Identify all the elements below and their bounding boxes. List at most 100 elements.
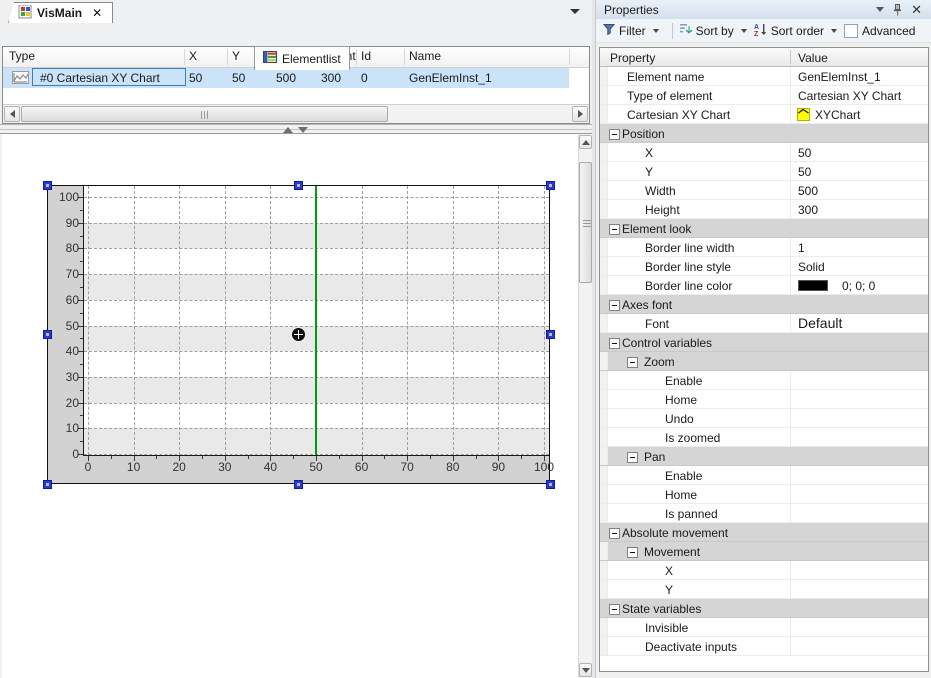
collapse-expander-icon[interactable]	[609, 300, 620, 311]
group-row[interactable]: Absolute movement	[600, 523, 928, 542]
table-row[interactable]: #0 Cartesian XY Chart 50 50 500 300 0 GenElemI…	[3, 68, 569, 88]
column-separator[interactable]	[569, 49, 570, 65]
scrollbar-thumb[interactable]	[21, 106, 388, 122]
selection-handle[interactable]	[43, 330, 52, 339]
property-value[interactable]: 50	[798, 146, 811, 160]
column-header-name[interactable]: Name	[409, 49, 441, 63]
property-row[interactable]: Border line color0; 0; 0	[600, 276, 928, 295]
scroll-up-button[interactable]	[579, 135, 592, 149]
property-value[interactable]: Default	[798, 315, 842, 331]
move-handle-icon[interactable]	[292, 328, 305, 341]
scroll-left-button[interactable]	[4, 106, 20, 122]
column-divider[interactable]	[790, 50, 791, 64]
property-value[interactable]: Solid	[798, 260, 825, 274]
color-swatch[interactable]	[798, 280, 828, 291]
row-cell[interactable]: 0	[361, 71, 368, 85]
group-row[interactable]: Element look	[600, 219, 928, 238]
property-value[interactable]: 500	[798, 184, 818, 198]
row-cell[interactable]: #0 Cartesian XY Chart	[40, 71, 160, 85]
tab-close-icon[interactable]: ✕	[92, 8, 102, 18]
collapse-expander-icon[interactable]	[609, 129, 620, 140]
property-row[interactable]: X	[600, 561, 928, 580]
property-row[interactable]: Y	[600, 580, 928, 599]
property-row[interactable]: Border line width1	[600, 238, 928, 257]
splitter-collapse-up-icon[interactable]	[283, 127, 293, 133]
row-cell[interactable]: GenElemInst_1	[409, 71, 492, 85]
horizontal-splitter[interactable]	[0, 124, 595, 134]
row-cell[interactable]: 50	[232, 71, 245, 85]
group-row[interactable]: Position	[600, 124, 928, 143]
collapse-expander-icon[interactable]	[627, 452, 638, 463]
filter-button[interactable]: Filter	[603, 23, 662, 38]
subgroup-row[interactable]: Pan	[600, 447, 928, 466]
property-row[interactable]: Home	[600, 485, 928, 504]
tab-list-chevron-down-icon[interactable]	[570, 9, 580, 14]
scroll-right-button[interactable]	[572, 106, 588, 122]
window-menu-icon[interactable]	[876, 7, 884, 12]
selection-handle[interactable]	[546, 330, 555, 339]
column-separator[interactable]	[356, 49, 357, 65]
row-cell[interactable]: 50	[189, 71, 202, 85]
property-value[interactable]: XYChart	[815, 108, 860, 122]
tab-elementlist[interactable]: Elementlist	[254, 46, 350, 70]
scroll-down-button[interactable]	[579, 663, 592, 677]
property-row[interactable]: X50	[600, 143, 928, 162]
collapse-expander-icon[interactable]	[609, 338, 620, 349]
column-separator[interactable]	[404, 49, 405, 65]
subgroup-row[interactable]: Movement	[600, 542, 928, 561]
column-header-type[interactable]: Type	[9, 49, 35, 63]
group-row[interactable]: State variables	[600, 599, 928, 618]
group-row[interactable]: Control variables	[600, 333, 928, 352]
collapse-expander-icon[interactable]	[609, 604, 620, 615]
property-row[interactable]: Is zoomed	[600, 428, 928, 447]
property-value[interactable]: 0; 0; 0	[842, 279, 875, 293]
property-row[interactable]: Home	[600, 390, 928, 409]
column-separator[interactable]	[184, 49, 185, 65]
collapse-expander-icon[interactable]	[627, 547, 638, 558]
canvas-vertical-scrollbar[interactable]	[578, 134, 592, 678]
sort-by-button[interactable]: Sort by	[679, 23, 750, 38]
property-row[interactable]: Is panned	[600, 504, 928, 523]
selection-handle[interactable]	[43, 480, 52, 489]
row-cell[interactable]: 300	[321, 71, 341, 85]
tab-vismain[interactable]: VisMain ✕	[8, 2, 113, 23]
collapse-expander-icon[interactable]	[609, 224, 620, 235]
property-value[interactable]: GenElemInst_1	[798, 70, 881, 84]
scrollbar-thumb[interactable]	[579, 162, 592, 283]
splitter-collapse-down-icon[interactable]	[298, 127, 308, 133]
property-row[interactable]: Width500	[600, 181, 928, 200]
property-row[interactable]: Element nameGenElemInst_1	[600, 67, 928, 86]
property-value[interactable]: Cartesian XY Chart	[798, 89, 901, 103]
visualization-canvas[interactable]: 0102030405060708090100010203040506070809…	[2, 134, 578, 678]
property-row[interactable]: Height300	[600, 200, 928, 219]
pin-icon[interactable]	[893, 4, 902, 16]
advanced-checkbox[interactable]	[844, 24, 858, 38]
property-row[interactable]: Enable	[600, 371, 928, 390]
table-horizontal-scrollbar[interactable]	[3, 104, 589, 123]
selection-handle[interactable]	[294, 480, 303, 489]
column-header-y[interactable]: Y	[232, 49, 240, 63]
property-row[interactable]: Enable	[600, 466, 928, 485]
properties-titlebar[interactable]: Properties ✕	[596, 0, 931, 19]
property-value[interactable]: 1	[798, 241, 805, 255]
chart-cursor-line[interactable]	[315, 186, 317, 455]
property-row[interactable]: Invisible	[600, 618, 928, 637]
property-row[interactable]: Border line styleSolid	[600, 257, 928, 276]
collapse-expander-icon[interactable]	[609, 528, 620, 539]
column-separator[interactable]	[227, 49, 228, 65]
selection-handle[interactable]	[546, 480, 555, 489]
property-value[interactable]: 300	[798, 203, 818, 217]
property-row[interactable]: Undo	[600, 409, 928, 428]
property-row[interactable]: FontDefault	[600, 314, 928, 333]
selection-handle[interactable]	[43, 181, 52, 190]
property-row[interactable]: Cartesian XY ChartXYChart	[600, 105, 928, 124]
column-header-id[interactable]: Id	[361, 49, 371, 63]
property-row[interactable]: Type of elementCartesian XY Chart	[600, 86, 928, 105]
property-value[interactable]: 50	[798, 165, 811, 179]
selection-handle[interactable]	[294, 181, 303, 190]
selection-handle[interactable]	[546, 181, 555, 190]
group-row[interactable]: Axes font	[600, 295, 928, 314]
close-icon[interactable]: ✕	[911, 4, 922, 15]
row-cell[interactable]: 500	[276, 71, 296, 85]
subgroup-row[interactable]: Zoom	[600, 352, 928, 371]
